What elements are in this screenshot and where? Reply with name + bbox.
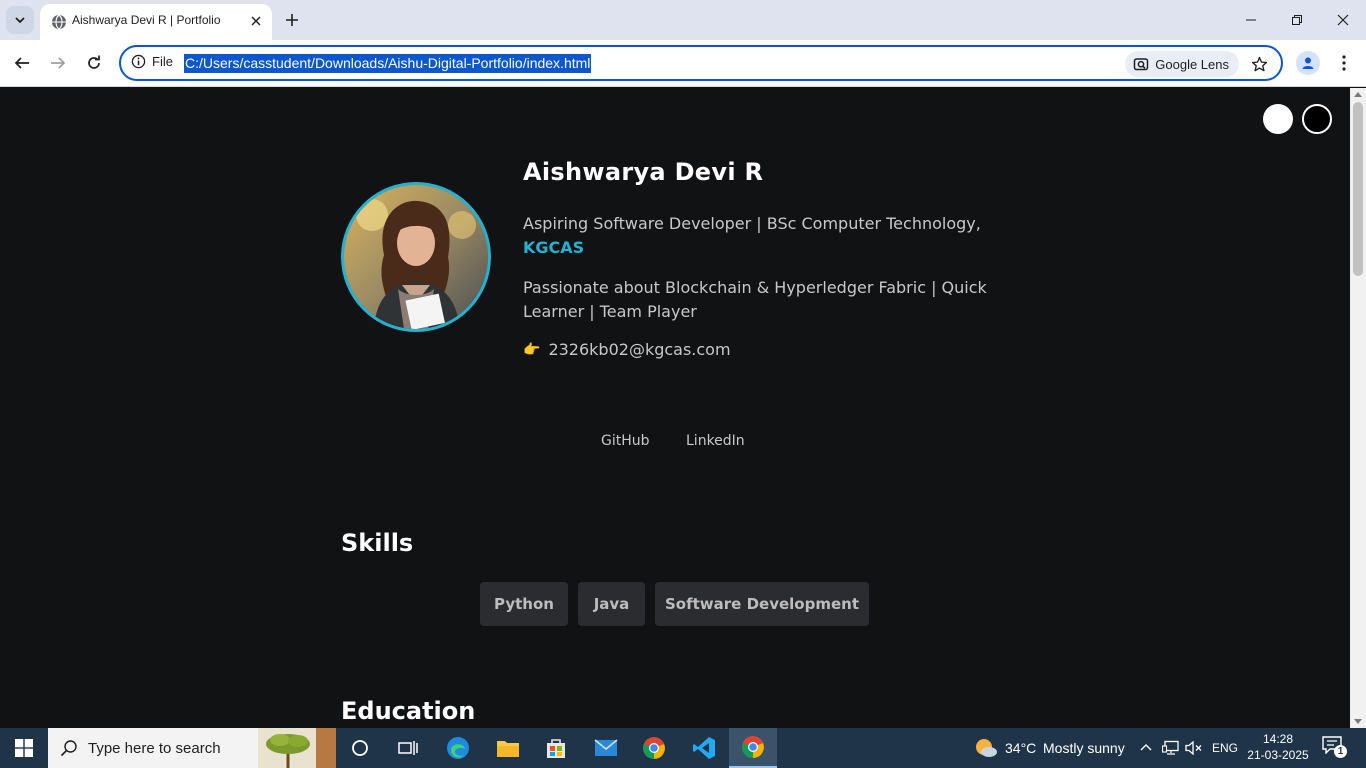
kgcas-link[interactable]: KGCAS [523,238,584,257]
taskbar: Type here to search 34°C Mostly sunny EN… [0,728,1366,768]
weather-temperature[interactable]: 34°C [1005,740,1036,756]
email-text[interactable]: 2326kb02@kgcas.com [548,340,730,359]
folder-icon [497,741,519,757]
light-theme-button[interactable] [1263,104,1293,134]
language-indicator[interactable]: ENG [1212,741,1238,755]
back-button[interactable] [11,52,33,74]
minimize-icon [1246,19,1256,21]
linkedin-link[interactable]: LinkedIn [686,433,745,449]
close-window-button[interactable] [1320,0,1366,40]
notification-count-badge: 1 [1334,745,1347,758]
passion-text: Passionate about Blockchain & Hyperledge… [523,278,987,321]
clock[interactable]: 14:28 21-03-2025 [1240,731,1316,763]
chevron-up-icon[interactable] [1140,742,1152,752]
tagline-text: Aspiring Software Developer | BSc Comput… [523,214,981,233]
mail-icon [594,739,618,756]
search-icon [60,740,77,757]
restore-icon [1292,15,1302,25]
scroll-down-arrow-icon[interactable] [1354,719,1362,724]
info-icon [131,54,146,69]
mail-taskbar-button[interactable] [582,728,630,768]
url-text[interactable]: C:/Users/casstudent/Downloads/Aishu-Digi… [184,54,592,73]
globe-icon [52,14,66,30]
forward-button[interactable] [47,52,69,74]
page-viewport: Aishwarya Devi R Aspiring Software Devel… [0,88,1350,728]
weather-sun-cloud-icon[interactable] [974,737,998,759]
page-scrollbar[interactable] [1350,88,1366,728]
windows-logo-icon [15,739,33,757]
new-tab-button[interactable] [282,10,302,30]
browser-toolbar: File C:/Users/casstudent/Downloads/Aishu… [0,40,1366,87]
vscode-icon [693,737,715,759]
google-lens-label: Google Lens [1155,56,1229,72]
close-icon [251,16,261,26]
tab-strip: Aishwarya Devi R | Portfolio [0,0,1366,40]
speaker-muted-icon[interactable] [1185,740,1203,756]
skills-heading: Skills [341,529,414,557]
minimize-button[interactable] [1228,0,1274,40]
store-bag-icon [547,739,565,758]
arrow-left-icon [14,57,29,69]
education-heading: Education [341,697,476,725]
scroll-up-arrow-icon[interactable] [1354,92,1362,97]
tagline: Aspiring Software Developer | BSc Comput… [523,212,993,260]
vscode-taskbar-button[interactable] [680,728,728,768]
skill-chip-python: Python [480,582,568,626]
task-view-button[interactable] [384,728,432,768]
tab-search-button[interactable] [6,6,34,34]
profile-photo [341,182,491,332]
chrome-icon [742,736,764,758]
person-icon [1302,57,1314,69]
scrollbar-thumb[interactable] [1353,102,1363,276]
google-lens-button[interactable]: Google Lens [1125,51,1239,77]
tab-title: Aishwarya Devi R | Portfolio [72,13,221,27]
edge-taskbar-button[interactable] [434,728,482,768]
browser-tab[interactable]: Aishwarya Devi R | Portfolio [40,4,272,40]
store-taskbar-button[interactable] [532,728,580,768]
cortana-button[interactable] [336,728,384,768]
file-explorer-taskbar-button[interactable] [484,728,532,768]
close-icon [1337,14,1349,26]
chrome-icon [643,737,665,759]
search-placeholder: Type here to search [88,740,221,757]
tab-close-button[interactable] [248,13,264,29]
camera-search-icon [1134,58,1149,71]
dark-theme-button[interactable] [1302,104,1332,134]
chrome-taskbar-button[interactable] [630,728,678,768]
restore-button[interactable] [1274,0,1320,40]
github-link[interactable]: GitHub [601,433,650,449]
pointing-hand-icon: 👉 [523,341,541,358]
notification-center-button[interactable]: 1 [1322,736,1348,760]
skill-chip-java: Java [578,582,645,626]
tree-illustration-icon [258,728,336,768]
start-button[interactable] [0,728,48,768]
taskbar-search[interactable]: Type here to search [48,728,336,768]
skill-chip-software-development: Software Development [655,582,869,626]
task-view-icon [398,741,418,755]
chrome-active-taskbar-button[interactable] [729,728,777,768]
plus-icon [286,14,298,26]
clock-date: 21-03-2025 [1247,748,1309,762]
edge-icon [447,737,469,759]
profile-name: Aishwarya Devi R [523,158,764,186]
arrow-right-icon [51,57,66,69]
bookmark-button[interactable] [1249,54,1269,74]
reload-button[interactable] [83,52,105,74]
network-icon[interactable] [1162,740,1180,756]
clock-time: 14:28 [1262,732,1294,746]
address-bar[interactable]: File C:/Users/casstudent/Downloads/Aishu… [119,45,1283,81]
chevron-down-icon [15,17,25,24]
site-info-button[interactable]: File [131,54,173,69]
reload-icon [88,55,100,69]
weather-description[interactable]: Mostly sunny [1043,740,1125,756]
portrait-image [344,185,488,329]
kebab-menu-icon [1342,55,1346,71]
browser-menu-button[interactable] [1334,52,1354,74]
cortana-circle-icon [352,740,368,756]
site-info-label: File [152,54,173,69]
email-row: 👉 2326kb02@kgcas.com [523,340,731,359]
profile-button[interactable] [1296,51,1320,75]
star-icon [1251,56,1267,71]
